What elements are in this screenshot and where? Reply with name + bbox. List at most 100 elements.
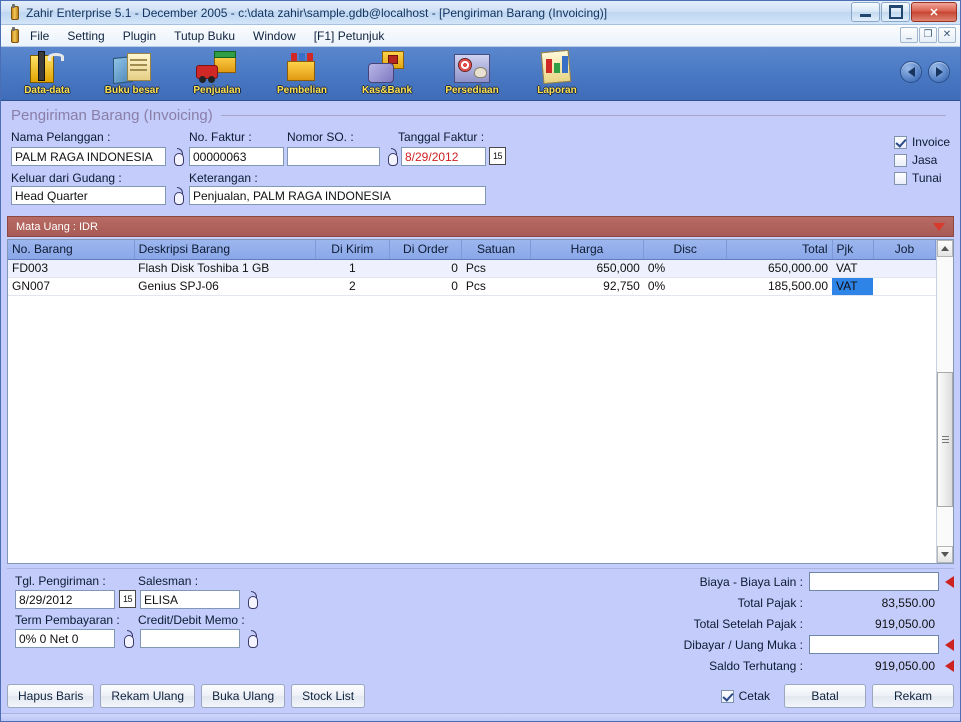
- tgl-pengiriman-input[interactable]: 8/29/2012: [15, 590, 115, 609]
- scroll-track[interactable]: [937, 257, 953, 546]
- maximize-button[interactable]: [881, 2, 910, 22]
- toolbar-item-penjualan[interactable]: Penjualan: [185, 47, 249, 99]
- scroll-down-button[interactable]: [937, 546, 953, 563]
- cell-pjk-selected[interactable]: VAT: [832, 277, 874, 296]
- label-credit-debit-memo: Credit/Debit Memo :: [138, 613, 245, 627]
- prev-record-button[interactable]: [900, 61, 922, 83]
- currency-bar[interactable]: Mata Uang : IDR: [7, 216, 954, 237]
- currency-dropdown-icon[interactable]: [933, 222, 945, 231]
- nama-pelanggan-input[interactable]: PALM RAGA INDONESIA: [11, 147, 166, 166]
- salesman-input[interactable]: ELISA: [140, 590, 240, 609]
- col-satuan[interactable]: Satuan: [461, 240, 531, 260]
- term-picker-icon[interactable]: [121, 630, 135, 648]
- calendar-icon-faktur[interactable]: 15: [489, 147, 506, 165]
- close-button[interactable]: ✕: [911, 2, 957, 22]
- cell-harga[interactable]: 92,750: [530, 277, 644, 296]
- cell-disc[interactable]: 0%: [643, 259, 727, 278]
- col-disc[interactable]: Disc: [643, 240, 728, 260]
- minimize-button[interactable]: [851, 2, 880, 22]
- expand-left-icon-saldo[interactable]: [945, 659, 954, 672]
- tanggal-faktur-input[interactable]: 8/29/2012: [401, 147, 486, 166]
- toolbar-item-kas-bank[interactable]: Kas&Bank: [355, 47, 419, 99]
- checkbox-jasa[interactable]: [893, 153, 907, 167]
- menu-item-setting[interactable]: Setting: [59, 27, 112, 45]
- salesman-picker-icon[interactable]: [245, 591, 259, 609]
- checkbox-row-cetak[interactable]: Cetak: [720, 689, 770, 703]
- cell-harga[interactable]: 650,000: [530, 259, 644, 278]
- label-salesman: Salesman :: [138, 574, 199, 588]
- main-toolbar: Data-data Buku besar Penjualan Pembelian…: [1, 47, 960, 101]
- nomor-so-input[interactable]: [287, 147, 380, 166]
- cell-satuan[interactable]: Pcs: [461, 259, 531, 278]
- col-total[interactable]: Total: [726, 240, 833, 260]
- checkbox-tunai[interactable]: [893, 171, 907, 185]
- rekam-ulang-button[interactable]: Rekam Ulang: [100, 684, 196, 708]
- checkbox-cetak[interactable]: [720, 689, 734, 703]
- menu-item-petunjuk[interactable]: [F1] Petunjuk: [306, 27, 393, 45]
- cell-disc[interactable]: 0%: [643, 277, 727, 296]
- col-harga[interactable]: Harga: [530, 240, 645, 260]
- rekam-button[interactable]: Rekam: [872, 684, 954, 708]
- stock-list-button[interactable]: Stock List: [291, 684, 366, 708]
- grid-vertical-scrollbar[interactable]: [936, 240, 953, 563]
- scroll-up-button[interactable]: [937, 240, 953, 257]
- cell-total[interactable]: 185,500.00: [726, 277, 833, 296]
- biaya-biaya-lain-input[interactable]: [809, 572, 939, 591]
- nama-pelanggan-picker-icon[interactable]: [171, 148, 185, 166]
- cell-satuan[interactable]: Pcs: [461, 277, 531, 296]
- table-row[interactable]: GN007 Genius SPJ-06 2 0 Pcs 92,750 0% 18…: [8, 277, 936, 296]
- cell-di-kirim[interactable]: 2: [315, 277, 390, 296]
- table-row[interactable]: FD003 Flash Disk Toshiba 1 GB 1 0 Pcs 65…: [8, 259, 936, 278]
- mdi-minimize-button[interactable]: _: [900, 27, 918, 43]
- cell-di-order[interactable]: 0: [389, 259, 462, 278]
- checkbox-invoice[interactable]: [893, 135, 907, 149]
- term-pembayaran-input[interactable]: 0% 0 Net 0: [15, 629, 115, 648]
- cell-job[interactable]: [873, 259, 936, 278]
- menu-item-file[interactable]: File: [22, 27, 57, 45]
- toolbar-item-pembelian[interactable]: Pembelian: [270, 47, 334, 99]
- buka-ulang-button[interactable]: Buka Ulang: [201, 684, 286, 708]
- cell-pjk[interactable]: VAT: [832, 259, 874, 278]
- credit-debit-memo-input[interactable]: [140, 629, 240, 648]
- col-no-barang[interactable]: No. Barang: [8, 240, 135, 260]
- cell-deskripsi[interactable]: Genius SPJ-06: [134, 277, 316, 296]
- expand-left-icon-biaya[interactable]: [945, 575, 954, 588]
- tanggal-faktur-picker-icon[interactable]: [385, 148, 399, 166]
- cell-total[interactable]: 650,000.00: [726, 259, 833, 278]
- mdi-restore-button[interactable]: ❐: [919, 27, 937, 43]
- menu-item-window[interactable]: Window: [245, 27, 304, 45]
- batal-button[interactable]: Batal: [784, 684, 866, 708]
- cell-di-kirim[interactable]: 1: [315, 259, 390, 278]
- cell-di-order[interactable]: 0: [389, 277, 462, 296]
- keluar-dari-gudang-input[interactable]: Head Quarter: [11, 186, 166, 205]
- col-di-kirim[interactable]: Di Kirim: [315, 240, 391, 260]
- cell-job[interactable]: [873, 277, 936, 296]
- col-pjk[interactable]: Pjk: [832, 240, 874, 260]
- no-faktur-input[interactable]: 00000063: [189, 147, 284, 166]
- keterangan-input[interactable]: Penjualan, PALM RAGA INDONESIA: [189, 186, 486, 205]
- dibayar-uang-muka-input[interactable]: [809, 635, 939, 654]
- next-record-button[interactable]: [928, 61, 950, 83]
- checkbox-row-tunai[interactable]: Tunai: [893, 171, 950, 185]
- calendar-icon-pengiriman[interactable]: 15: [119, 590, 136, 608]
- cell-no-barang[interactable]: FD003: [8, 259, 135, 278]
- checkbox-row-jasa[interactable]: Jasa: [893, 153, 950, 167]
- menu-item-tutup-buku[interactable]: Tutup Buku: [166, 27, 243, 45]
- hapus-baris-button[interactable]: Hapus Baris: [7, 684, 95, 708]
- gudang-picker-icon[interactable]: [171, 187, 185, 205]
- col-job[interactable]: Job: [873, 240, 936, 260]
- checkbox-row-invoice[interactable]: Invoice: [893, 135, 950, 149]
- expand-left-icon-dibayar[interactable]: [945, 638, 954, 651]
- cell-deskripsi[interactable]: Flash Disk Toshiba 1 GB: [134, 259, 316, 278]
- col-di-order[interactable]: Di Order: [389, 240, 463, 260]
- scroll-thumb[interactable]: [937, 372, 953, 507]
- col-deskripsi-barang[interactable]: Deskripsi Barang: [134, 240, 316, 260]
- cell-no-barang[interactable]: GN007: [8, 277, 135, 296]
- mdi-close-button[interactable]: ✕: [938, 27, 956, 43]
- toolbar-item-persediaan[interactable]: Persediaan: [440, 47, 504, 99]
- toolbar-item-data-data[interactable]: Data-data: [15, 47, 79, 99]
- toolbar-item-laporan[interactable]: Laporan: [525, 47, 589, 99]
- toolbar-item-buku-besar[interactable]: Buku besar: [100, 47, 164, 99]
- menu-item-plugin[interactable]: Plugin: [115, 27, 164, 45]
- memo-picker-icon[interactable]: [245, 630, 259, 648]
